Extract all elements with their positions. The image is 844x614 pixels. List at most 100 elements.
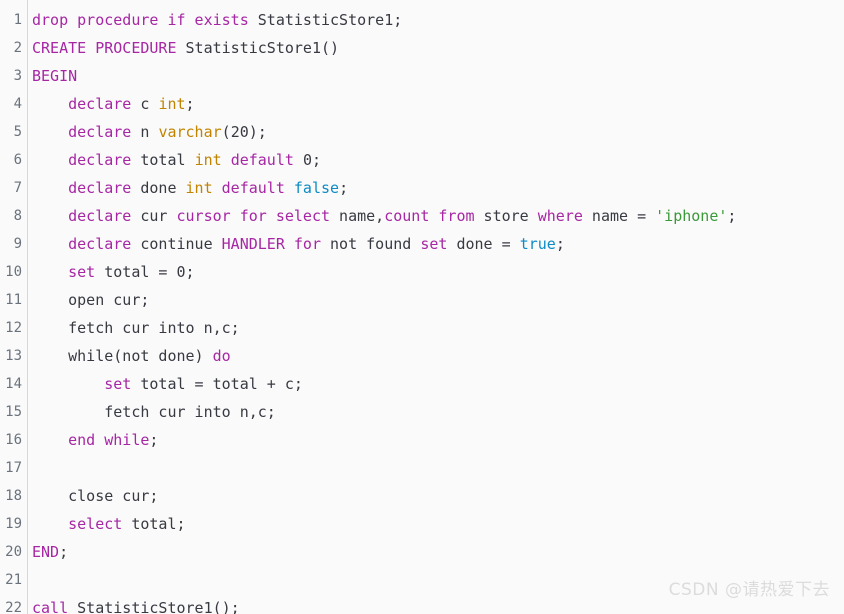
line-number: 9	[13, 236, 22, 252]
line-number: 20	[5, 544, 22, 560]
line-content[interactable]: declare done int default false;	[32, 174, 348, 202]
code-token: close cur;	[32, 487, 159, 505]
code-token: declare	[68, 235, 132, 253]
line-content[interactable]: END;	[32, 538, 68, 566]
code-line[interactable]: 13 while(not done) do	[0, 342, 844, 370]
line-content[interactable]: set total = 0;	[32, 258, 194, 286]
line-content[interactable]: declare c int;	[32, 90, 194, 118]
line-content[interactable]: set total = total + c;	[32, 370, 303, 398]
code-token: total =	[95, 263, 177, 281]
code-line[interactable]: 17	[0, 454, 844, 482]
code-line[interactable]: 10 set total = 0;	[0, 258, 844, 286]
line-content[interactable]: call StatisticStore1();	[32, 594, 240, 614]
line-number: 4	[13, 96, 22, 112]
code-token: StatisticStore1()	[176, 39, 340, 57]
code-token: open cur;	[32, 291, 150, 309]
code-token: CREATE PROCEDURE	[32, 39, 177, 57]
code-token: ;	[727, 207, 737, 225]
code-token: BEGIN	[32, 67, 78, 85]
line-number: 8	[13, 208, 22, 224]
code-token: cur	[131, 207, 177, 225]
line-content[interactable]: fetch cur into n,c;	[32, 398, 276, 426]
code-token: drop procedure if exists	[32, 11, 249, 29]
line-content[interactable]: declare total int default 0;	[32, 146, 321, 174]
code-token: while(not done)	[32, 347, 213, 365]
code-token: int	[158, 95, 186, 113]
code-token: 0	[302, 151, 312, 169]
code-line[interactable]: 3 BEGIN	[0, 62, 844, 90]
line-content[interactable]: declare continue HANDLER for not found s…	[32, 230, 565, 258]
line-content[interactable]: CREATE PROCEDURE StatisticStore1()	[32, 34, 339, 62]
code-line[interactable]: 9 declare continue HANDLER for not found…	[0, 230, 844, 258]
line-content[interactable]: declare cur cursor for select name,count…	[32, 202, 736, 230]
code-token: cursor for select	[176, 207, 331, 225]
line-number: 3	[13, 68, 22, 84]
code-lines-container[interactable]: 1 drop procedure if exists StatisticStore…	[0, 6, 844, 614]
line-number: 15	[5, 404, 22, 420]
code-token: select	[68, 515, 123, 533]
code-token: declare	[68, 207, 132, 225]
line-content[interactable]: while(not done) do	[32, 342, 231, 370]
code-line[interactable]: 12 fetch cur into n,c;	[0, 314, 844, 342]
line-content[interactable]: close cur;	[32, 482, 158, 510]
code-token: END	[32, 543, 60, 561]
line-number: 11	[5, 292, 22, 308]
line-number: 6	[13, 152, 22, 168]
code-token: ;	[339, 179, 349, 197]
code-token: end while	[68, 431, 150, 449]
code-line[interactable]: 7 declare done int default false;	[0, 174, 844, 202]
line-content[interactable]: fetch cur into n,c;	[32, 314, 240, 342]
code-line[interactable]: 8 declare cur cursor for select name,cou…	[0, 202, 844, 230]
code-viewer[interactable]: 1 drop procedure if exists StatisticStore…	[0, 0, 844, 614]
code-line[interactable]: 15 fetch cur into n,c;	[0, 398, 844, 426]
code-token: where	[537, 207, 583, 225]
code-token: (	[221, 123, 231, 141]
code-token: fetch cur into n,c;	[32, 319, 240, 337]
code-line[interactable]: 11 open cur;	[0, 286, 844, 314]
code-token: true	[519, 235, 556, 253]
line-number: 14	[5, 376, 22, 392]
line-content[interactable]: drop procedure if exists StatisticStore1…	[32, 6, 402, 34]
line-number: 22	[5, 600, 22, 614]
code-token: int	[185, 179, 213, 197]
code-token: fetch cur into n,c;	[32, 403, 276, 421]
code-token: do	[212, 347, 231, 365]
line-number: 12	[5, 320, 22, 336]
line-content[interactable]: end while;	[32, 426, 158, 454]
code-token: done =	[447, 235, 520, 253]
line-number: 19	[5, 516, 22, 532]
code-line[interactable]: 16 end while;	[0, 426, 844, 454]
code-token: from	[438, 207, 475, 225]
code-line[interactable]: 1 drop procedure if exists StatisticStore…	[0, 6, 844, 34]
code-token: varchar	[158, 123, 222, 141]
code-line[interactable]: 18 close cur;	[0, 482, 844, 510]
line-number: 18	[5, 488, 22, 504]
code-token: total = total + c;	[131, 375, 303, 393]
code-line[interactable]: 5 declare n varchar(20);	[0, 118, 844, 146]
line-number: 13	[5, 348, 22, 364]
line-content[interactable]: open cur;	[32, 286, 149, 314]
code-token: store	[474, 207, 538, 225]
code-line[interactable]: 20 END;	[0, 538, 844, 566]
code-line[interactable]: 19 select total;	[0, 510, 844, 538]
line-content[interactable]: declare n varchar(20);	[32, 118, 267, 146]
code-line[interactable]: 14 set total = total + c;	[0, 370, 844, 398]
code-token: StatisticStore1();	[68, 599, 240, 614]
line-content[interactable]: BEGIN	[32, 62, 77, 90]
code-line[interactable]: 2 CREATE PROCEDURE StatisticStore1()	[0, 34, 844, 62]
code-line[interactable]: 6 declare total int default 0;	[0, 146, 844, 174]
code-token: false	[293, 179, 340, 197]
code-line[interactable]: 4 declare c int;	[0, 90, 844, 118]
code-token: );	[248, 123, 267, 141]
line-content[interactable]: select total;	[32, 510, 185, 538]
line-number: 7	[13, 180, 22, 196]
